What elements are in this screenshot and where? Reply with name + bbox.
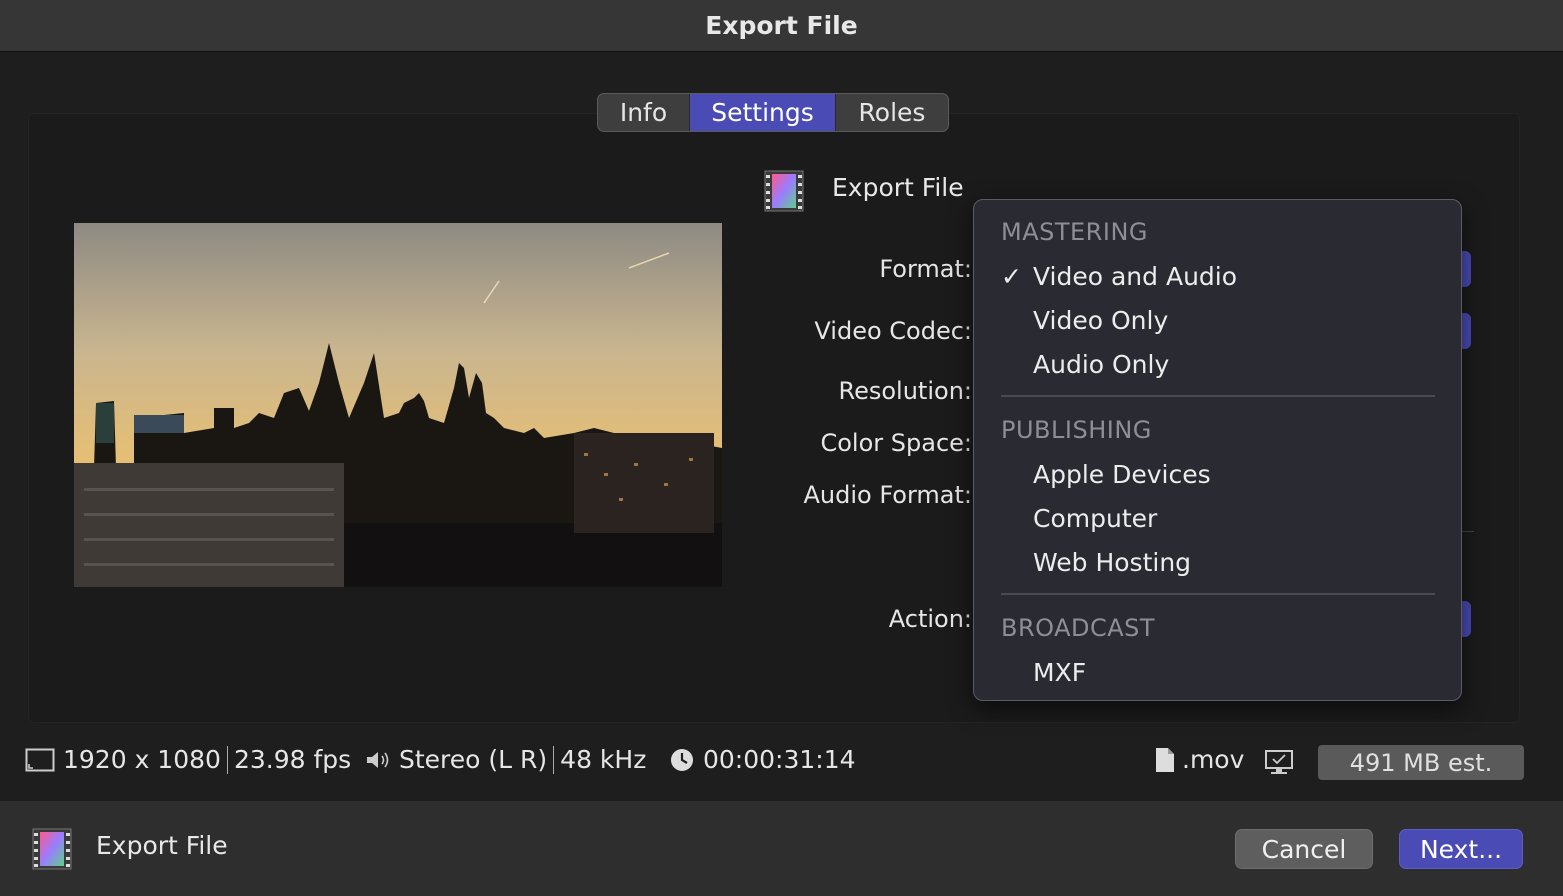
audio-info: Stereo (L R) 48 kHz (365, 745, 646, 774)
footer-destination-label: Export File (96, 831, 228, 860)
menu-section-publishing: PUBLISHING (1001, 416, 1152, 444)
title-bar: Export File (0, 0, 1563, 52)
color-space-label: Color Space: (820, 429, 972, 457)
tab-info[interactable]: Info (598, 94, 690, 131)
menu-section-mastering: MASTERING (1001, 218, 1148, 246)
divider (553, 745, 555, 774)
video-info: 1920 x 1080 23.98 fps (25, 745, 351, 774)
menu-item-web-hosting[interactable]: Web Hosting (1033, 548, 1191, 577)
menu-separator (1001, 593, 1435, 595)
file-type-info: .mov (1154, 745, 1244, 774)
format-label: Format: (879, 255, 972, 283)
frame-size-icon (25, 748, 55, 771)
menu-item-audio-only[interactable]: Audio Only (1033, 350, 1169, 379)
resolution-label: Resolution: (838, 377, 973, 405)
extension-value: .mov (1182, 745, 1245, 774)
divider (226, 745, 228, 774)
size-estimate-badge: 491 MB est. (1318, 745, 1524, 780)
menu-section-broadcast: BROADCAST (1001, 614, 1156, 642)
video-preview (74, 223, 722, 587)
fps-value: 23.98 fps (233, 745, 352, 774)
video-codec-label: Video Codec: (814, 317, 972, 345)
duration-value: 00:00:31:14 (703, 745, 856, 774)
document-icon (1156, 747, 1174, 772)
menu-item-video-and-audio[interactable]: Video and Audio (1033, 262, 1237, 291)
settings-area: Info Settings Roles Export File Format: … (0, 53, 1563, 801)
format-dropdown-menu: MASTERING ✓ Video and Audio Video Only A… (973, 199, 1462, 701)
footer-bar: Export File Cancel Next... (0, 801, 1563, 896)
tab-settings[interactable]: Settings (690, 94, 836, 131)
next-button[interactable]: Next... (1399, 829, 1523, 869)
clock-icon (671, 748, 693, 771)
resolution-value: 1920 x 1080 (63, 745, 221, 774)
film-icon (32, 828, 72, 870)
tab-roles[interactable]: Roles (836, 94, 948, 131)
menu-item-mxf[interactable]: MXF (1033, 658, 1086, 687)
menu-item-apple-devices[interactable]: Apple Devices (1033, 460, 1211, 489)
duration-info: 00:00:31:14 (669, 745, 856, 774)
menu-separator (1001, 395, 1435, 397)
action-label: Action: (888, 605, 972, 633)
speaker-icon (367, 751, 389, 768)
tab-bar: Info Settings Roles (597, 93, 949, 132)
monitor-icon (1265, 750, 1293, 774)
film-icon (764, 170, 804, 212)
menu-item-video-only[interactable]: Video Only (1033, 306, 1168, 335)
checkmark-icon: ✓ (1001, 262, 1022, 291)
cancel-button[interactable]: Cancel (1235, 829, 1373, 869)
audio-channels-value: Stereo (L R) (399, 745, 548, 774)
sample-rate-value: 48 kHz (560, 745, 647, 774)
menu-item-computer[interactable]: Computer (1033, 504, 1157, 533)
skyline-thumbnail (74, 223, 722, 587)
export-header-label: Export File (832, 173, 964, 202)
audio-format-label: Audio Format: (803, 481, 972, 509)
window-title: Export File (705, 11, 858, 40)
